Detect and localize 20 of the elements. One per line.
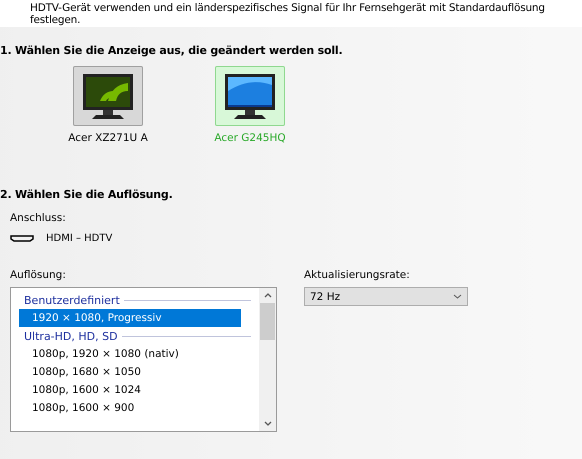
intro-text: HDTV-Gerät verwenden und ein länderspezifisches Signal für Ihr Fernsehgerät mit Standardauflösung festlegen. [0, 0, 582, 27]
scrollbar[interactable] [259, 288, 276, 431]
resolution-label: Auflösung: [10, 269, 67, 281]
group-header: Ultra-HD, HD, SD [24, 330, 118, 342]
resolution-item[interactable]: 1920 × 1080, Progressiv [19, 309, 241, 327]
group-header: Benutzerdefiniert [24, 294, 120, 306]
resolution-item[interactable]: 1080p, 1920 × 1080 (nativ) [19, 345, 251, 363]
chevron-down-icon [453, 294, 462, 299]
scroll-thumb[interactable] [260, 303, 275, 340]
section-heading: 1. Wählen Sie die Anzeige aus, die geändert werden soll. [0, 44, 344, 57]
connector-label: Anschluss: [10, 212, 67, 224]
resolution-item[interactable]: 1080p, 1600 × 1024 [19, 381, 251, 399]
resolution-list[interactable]: Benutzerdefiniert 1920 × 1080, Progressiv Ultra-HD, HD, SD 1080p, 1920 × 1080 (nativ) 1080p, 1680 × 1050 1080p, 1600 × 1024 1080p, 1600 × 900 [10, 287, 277, 432]
resolution-item[interactable]: 1080p, 1680 × 1050 [19, 363, 251, 381]
hdmi-port-icon [10, 235, 34, 242]
refresh-rate-dropdown[interactable]: 72 Hz [304, 287, 468, 306]
refresh-rate-label: Aktualisierungsrate: [304, 269, 411, 281]
resolution-item[interactable]: 1080p, 1600 × 900 [19, 399, 251, 417]
connector-value: HDMI – HDTV [46, 233, 112, 244]
section-heading: 2. Wählen Sie die Auflösung. [0, 188, 174, 201]
